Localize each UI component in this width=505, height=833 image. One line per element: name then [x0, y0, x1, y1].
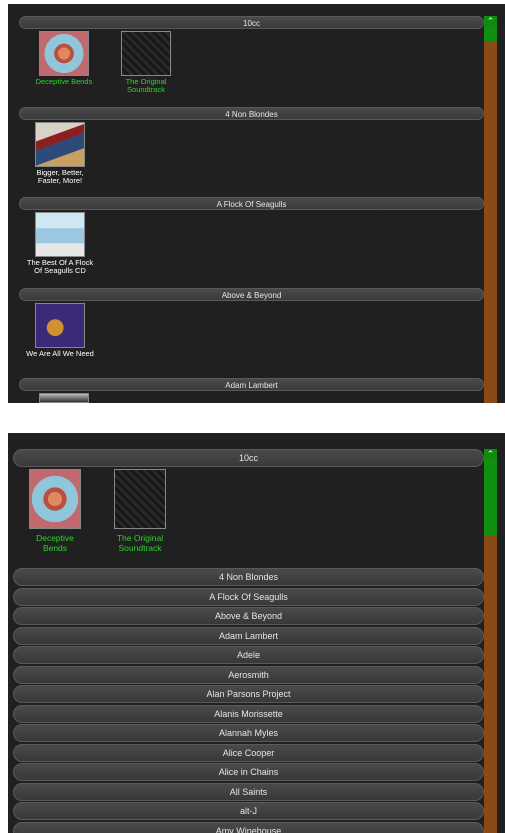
album-we-are-all-we-need[interactable]: We Are All We Need: [18, 303, 102, 358]
artist-header-4-non-blondes[interactable]: 4 Non Blondes: [19, 107, 484, 120]
artist-header-adam-lambert[interactable]: Adam Lambert: [19, 378, 484, 391]
album-the-original-soundtrack[interactable]: The Original Soundtrack: [109, 469, 171, 553]
album-deceptive-bends[interactable]: Deceptive Bends: [34, 31, 94, 86]
artist-row[interactable]: Amy Winehouse: [13, 821, 484, 833]
album-cover: [39, 31, 89, 76]
artist-header-above-beyond[interactable]: Above & Beyond: [19, 288, 484, 301]
album-title-line2: Soundtrack: [127, 85, 165, 94]
album-title: Deceptive Bends: [35, 77, 93, 86]
chevron-up-icon[interactable]: ⌃: [484, 449, 497, 460]
artist-row[interactable]: All Saints: [13, 782, 484, 801]
album-title-line2: Faster, More!: [37, 176, 83, 185]
artist-row[interactable]: alt-J: [13, 802, 484, 820]
artist-row[interactable]: Adele: [13, 646, 484, 664]
album-cover: [121, 31, 171, 76]
album-cover: [29, 469, 81, 529]
artist-row[interactable]: A Flock Of Seagulls: [13, 587, 484, 606]
vertical-scrollbar[interactable]: ⌃: [484, 16, 497, 403]
album-title: Deceptive Bends: [36, 533, 74, 553]
artist-row[interactable]: 4 Non Blondes: [13, 568, 484, 586]
artist-list: 4 Non Blondes A Flock Of Seagulls Above …: [13, 568, 484, 833]
album-bigger-better-faster-more[interactable]: Bigger, Better, Faster, More!: [24, 122, 96, 185]
album-deceptive-bends[interactable]: Deceptive Bends: [24, 469, 86, 553]
album-cover: [35, 212, 85, 257]
artist-header-10cc[interactable]: 10cc: [19, 16, 484, 29]
scroll-thumb[interactable]: [484, 27, 497, 41]
artist-row[interactable]: Alice Cooper: [13, 743, 484, 762]
artist-row[interactable]: Alanis Morissette: [13, 704, 484, 723]
artist-header-a-flock-of-seagulls[interactable]: A Flock Of Seagulls: [19, 197, 484, 210]
album-cover: [39, 393, 89, 403]
album-the-original-soundtrack[interactable]: The Original Soundtrack: [116, 31, 176, 94]
artist-row[interactable]: Alice in Chains: [13, 763, 484, 781]
album-title-line1: The Original: [116, 533, 164, 543]
artist-row[interactable]: Aerosmith: [13, 665, 484, 684]
scroll-thumb[interactable]: [484, 460, 497, 536]
library-panel-grouped: 10cc Deceptive Bends The Original Soundt…: [8, 4, 505, 403]
artist-row[interactable]: Alannah Myles: [13, 724, 484, 742]
artist-row[interactable]: Adam Lambert: [13, 626, 484, 645]
artist-row[interactable]: Above & Beyond: [13, 607, 484, 625]
album-title-line2: Of Seagulls CD: [34, 266, 86, 275]
album-best-of-flock-of-seagulls[interactable]: The Best Of A Flock Of Seagulls CD: [18, 212, 102, 275]
library-panel-collapsed: 10cc Deceptive Bends The Original Soundt…: [8, 433, 505, 833]
album-title: We Are All We Need: [26, 349, 94, 358]
artist-row[interactable]: Alan Parsons Project: [13, 685, 484, 703]
album-title-line2: Soundtrack: [118, 543, 162, 553]
chevron-up-icon[interactable]: ⌃: [484, 16, 497, 27]
album-cover: [114, 469, 166, 529]
artist-header-10cc[interactable]: 10cc: [13, 449, 484, 467]
album-cover: [35, 122, 85, 167]
album-cover: [35, 303, 85, 348]
vertical-scrollbar[interactable]: ⌃: [484, 449, 497, 833]
album-partial[interactable]: [34, 393, 94, 403]
